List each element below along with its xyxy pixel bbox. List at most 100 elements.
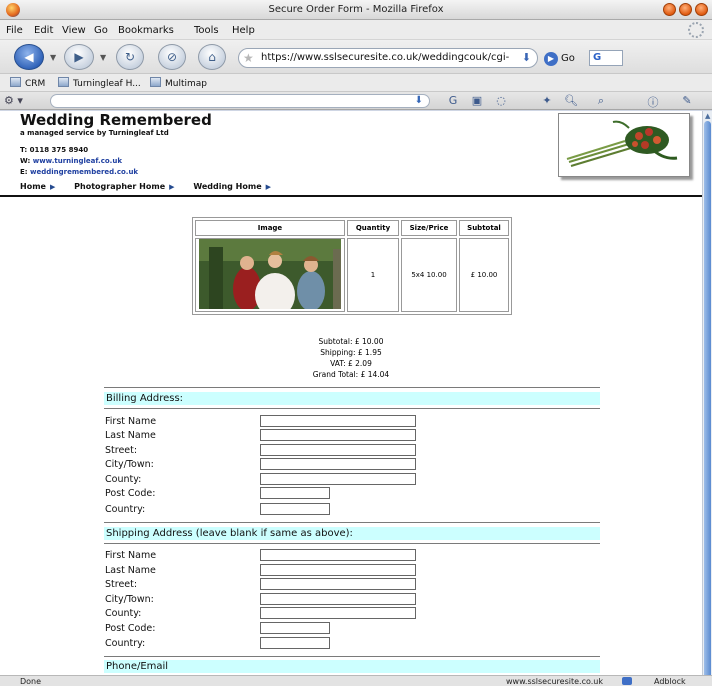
billing-country-input[interactable] [260, 503, 330, 515]
scroll-up-icon[interactable]: ▲ [705, 112, 710, 120]
billing-street-input[interactable] [260, 444, 416, 456]
throbber-icon [688, 22, 704, 38]
maximize-button[interactable] [679, 3, 692, 16]
back-button[interactable]: ◀ [14, 44, 44, 70]
bookmark-turningleaf[interactable]: Turningleaf H... [58, 77, 141, 89]
page-content: Wedding Remembered a managed service by … [0, 111, 702, 675]
url-dropdown-icon[interactable]: ⬇ [522, 51, 531, 64]
menu-file[interactable]: File [6, 25, 23, 36]
order-image-cell [195, 238, 345, 317]
page-info-icon[interactable]: ▣ [470, 94, 484, 108]
nav-home[interactable]: Home ▶ [20, 182, 55, 191]
forward-history-dropdown-icon[interactable]: ▼ [100, 53, 106, 62]
billing-first-name-input[interactable] [260, 415, 416, 427]
google-toolbar-icon[interactable]: G [446, 94, 460, 108]
menu-view[interactable]: View [62, 25, 86, 36]
adblock-button[interactable]: Adblock [654, 677, 686, 686]
contact-web: W: www.turningleaf.co.uk [20, 157, 122, 165]
bookmark-page-icon [58, 77, 69, 87]
shipping-city-input[interactable] [260, 593, 416, 605]
binoculars-icon[interactable]: ✦ [540, 94, 554, 108]
menu-go[interactable]: Go [94, 25, 108, 36]
url-text[interactable]: https://www.sslsecuresite.co.uk/weddingc… [261, 52, 509, 63]
contact-phone: T: 0118 375 8940 [20, 146, 89, 154]
minimize-button[interactable] [663, 3, 676, 16]
menu-bookmarks[interactable]: Bookmarks [118, 25, 174, 36]
nav-wedding-home[interactable]: Wedding Home ▶ [193, 182, 271, 191]
nav-arrow-icon: ▶ [265, 183, 272, 191]
billing-country-label: Country: [105, 504, 146, 515]
shipping-street-input[interactable] [260, 578, 416, 590]
bookmark-page-icon [10, 77, 21, 87]
shipping-postcode-label: Post Code: [105, 623, 156, 634]
shipping-last-name-input[interactable] [260, 564, 416, 576]
shipping-first-name-input[interactable] [260, 549, 416, 561]
back-history-dropdown-icon[interactable]: ▼ [50, 53, 56, 62]
window-titlebar: Secure Order Form - Mozilla Firefox [0, 0, 712, 20]
email-link[interactable]: weddingremembered.co.uk [30, 168, 138, 176]
shipping-country-input[interactable] [260, 637, 330, 649]
totals-shipping: Shipping: £ 1.95 [320, 348, 382, 357]
bookmark-page-icon [150, 77, 161, 87]
col-quantity: Quantity [347, 220, 399, 236]
download-arrow-icon[interactable]: ⬇ [415, 95, 423, 106]
billing-county-label: County: [105, 474, 142, 485]
billing-city-input[interactable] [260, 458, 416, 470]
vertical-scrollbar[interactable]: ▲ [702, 111, 712, 681]
google-icon: G [593, 52, 602, 63]
totals-subtotal: Subtotal: £ 10.00 [318, 337, 384, 346]
shipping-county-input[interactable] [260, 607, 416, 619]
forward-button[interactable]: ▶ [64, 44, 94, 70]
phone-email-heading: Phone/Email [104, 660, 600, 673]
go-button[interactable]: ▶ Go [544, 52, 575, 66]
reload-button[interactable]: ↻ [116, 44, 144, 70]
billing-postcode-label: Post Code: [105, 488, 156, 499]
order-table-header: Image Quantity Size/Price Subtotal [195, 220, 509, 236]
search-engine-box[interactable]: G [589, 50, 623, 66]
bookmark-star-icon[interactable]: ★ [243, 51, 254, 65]
lock-icon[interactable] [622, 677, 632, 685]
col-subtotal: Subtotal [459, 220, 509, 236]
nav-photographer-home[interactable]: Photographer Home ▶ [74, 182, 174, 191]
home-button[interactable]: ⌂ [198, 44, 226, 70]
shipping-heading: Shipping Address (leave blank if same as… [104, 527, 600, 540]
billing-last-name-input[interactable] [260, 429, 416, 441]
toolbar-search-input[interactable]: ⬇ [50, 94, 430, 108]
navigation-toolbar: ◀ ▼ ▶ ▼ ↻ ⊘ ⌂ ★ https://www.sslsecuresit… [0, 40, 712, 74]
contact-email: E: weddingremembered.co.uk [20, 168, 139, 176]
menu-bar: File Edit View Go Bookmarks Tools Help [0, 20, 712, 40]
extension-menu-icon[interactable]: ⚙ ▾ [4, 94, 23, 107]
nav-arrow-icon: ▶ [169, 183, 175, 191]
shipping-last-name-label: Last Name [105, 565, 156, 576]
wedding-photo-thumbnail [199, 239, 341, 317]
info-icon[interactable]: ⓘ [646, 94, 660, 109]
bookmark-crm[interactable]: CRM [10, 77, 45, 89]
site-nav: Home ▶ Photographer Home ▶ Wedding Home ▶ [20, 182, 287, 191]
search-options-icon[interactable]: ⌕ [594, 94, 608, 108]
shipping-country-label: Country: [105, 638, 146, 649]
section-divider [104, 387, 600, 388]
menu-tools[interactable]: Tools [194, 25, 219, 36]
order-subtotal: £ 10.00 [459, 238, 509, 312]
shipping-county-label: County: [105, 608, 142, 619]
web-link[interactable]: www.turningleaf.co.uk [33, 157, 122, 165]
menu-help[interactable]: Help [232, 25, 255, 36]
extension-toolbar: ⚙ ▾ ⬇ G ▣ ◌ ✦ 🔍︎ ⌕ ⓘ ✎ [0, 92, 712, 110]
magnifier-icon[interactable]: 🔍︎ [564, 94, 578, 108]
col-image: Image [195, 220, 345, 236]
billing-postcode-input[interactable] [260, 487, 330, 499]
stop-button[interactable]: ⊘ [158, 44, 186, 70]
section-divider [104, 522, 600, 523]
billing-last-name-label: Last Name [105, 430, 156, 441]
col-size-price: Size/Price [401, 220, 457, 236]
scrollbar-thumb[interactable] [704, 121, 711, 681]
shipping-postcode-input[interactable] [260, 622, 330, 634]
url-bar[interactable]: ★ https://www.sslsecuresite.co.uk/weddin… [238, 48, 538, 68]
close-button[interactable] [695, 3, 708, 16]
bookmark-multimap[interactable]: Multimap [150, 77, 207, 89]
menu-edit[interactable]: Edit [34, 25, 53, 36]
comment-icon[interactable]: ◌ [494, 94, 508, 108]
highlighter-icon[interactable]: ✎ [680, 94, 694, 108]
billing-county-input[interactable] [260, 473, 416, 485]
shipping-first-name-label: First Name [105, 550, 157, 561]
